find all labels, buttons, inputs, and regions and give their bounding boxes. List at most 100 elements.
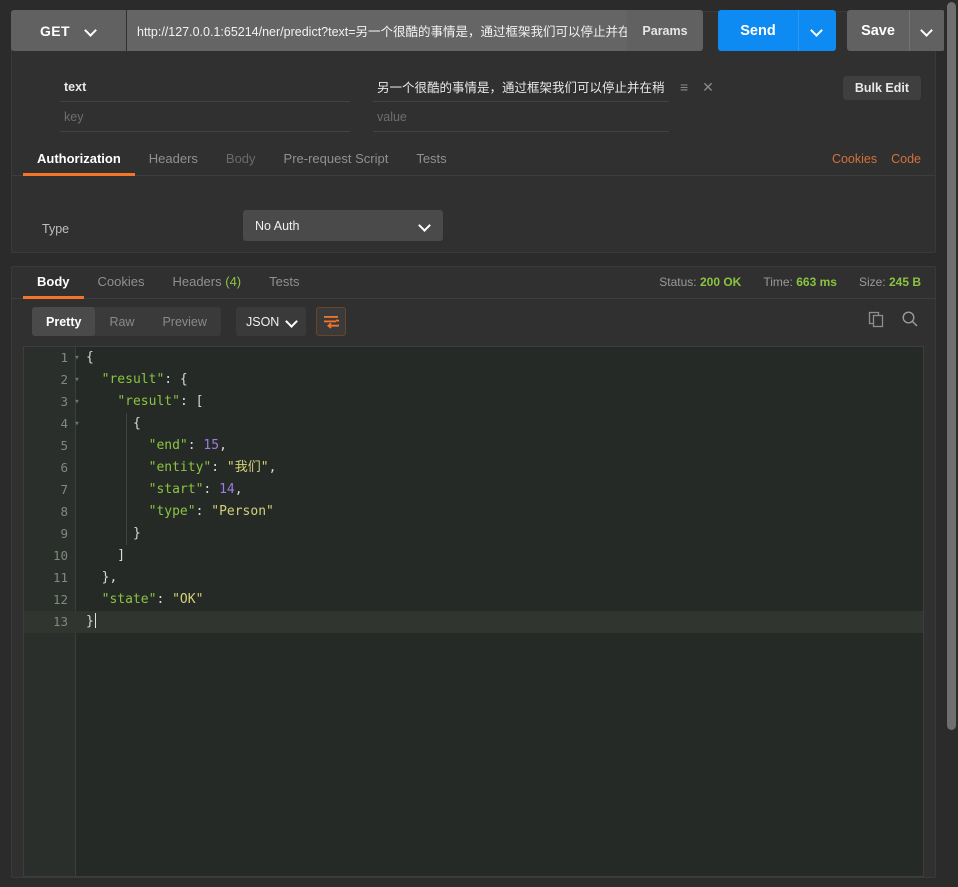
- code-line: 7 "start": 14,: [24, 479, 923, 501]
- line-number: 8: [60, 504, 68, 519]
- auth-type-select[interactable]: No Auth: [243, 210, 443, 241]
- save-button[interactable]: Save: [847, 10, 909, 51]
- line-number: 9: [60, 526, 68, 541]
- param-value-input-2[interactable]: value: [373, 102, 669, 132]
- page-scrollbar-thumb[interactable]: [947, 2, 956, 730]
- code-line: 8 "type": "Person": [24, 501, 923, 523]
- line-number: 1: [60, 350, 68, 365]
- tab-headers[interactable]: Headers: [135, 151, 212, 175]
- size-label: Size:: [858, 275, 886, 289]
- status-label: Status:: [659, 275, 697, 289]
- param-key-input-2[interactable]: key: [60, 102, 350, 132]
- code-text: "result": [: [117, 394, 204, 409]
- search-icon[interactable]: [901, 310, 919, 333]
- code-link[interactable]: Code: [891, 152, 921, 166]
- tab-tests-label: Tests: [416, 151, 447, 166]
- tab-body[interactable]: Body: [212, 151, 270, 175]
- http-method-value: GET: [40, 22, 70, 39]
- response-tab-headers-label: Headers: [172, 274, 222, 289]
- code-text: {: [86, 416, 141, 431]
- response-tab-tests[interactable]: Tests: [255, 274, 313, 298]
- code-text: "type": "Person": [148, 504, 274, 519]
- line-number: 11: [52, 570, 68, 585]
- code-text: },: [86, 570, 118, 585]
- view-mode-pretty[interactable]: Pretty: [32, 307, 96, 336]
- response-format-select[interactable]: JSON: [236, 307, 306, 336]
- code-line: 10 ]: [24, 545, 923, 567]
- copy-icon[interactable]: [868, 311, 885, 333]
- tab-authorization[interactable]: Authorization: [23, 151, 135, 176]
- request-tabstrip: Authorization Headers Body Pre-request S…: [12, 144, 935, 176]
- cookies-link[interactable]: Cookies: [832, 152, 877, 166]
- word-wrap-glyph: [324, 315, 339, 329]
- code-text: {: [86, 350, 94, 365]
- page-scrollbar[interactable]: [944, 0, 958, 887]
- save-options-button[interactable]: [909, 10, 945, 51]
- params-row-actions: ≡ ✕: [680, 72, 714, 102]
- response-body-code-viewer[interactable]: 1 ▾ {2 ▾ "result": {3 ▾ "result": [4 ▾ {5 "en…: [23, 346, 924, 877]
- authorization-pane: Type No Auth: [12, 177, 935, 252]
- chevron-down-icon: [287, 316, 296, 327]
- send-button[interactable]: Send: [718, 10, 798, 51]
- auth-type-label: Type: [42, 222, 70, 236]
- tab-tests[interactable]: Tests: [402, 151, 460, 175]
- param-key-input-1[interactable]: text: [60, 72, 350, 102]
- params-row-1: text 另一个很酷的事情是，通过框架我们可以停止并在稍 ≡ ✕: [12, 72, 935, 102]
- fold-toggle-icon[interactable]: ▾: [72, 413, 82, 435]
- param-value-placeholder-2: value: [377, 109, 407, 124]
- response-tab-body[interactable]: Body: [23, 274, 84, 299]
- param-key-placeholder-2: key: [64, 109, 84, 124]
- bulk-edit-button[interactable]: Bulk Edit: [842, 76, 921, 100]
- code-lines: 1 ▾ {2 ▾ "result": {3 ▾ "result": [4 ▾ {5 "en…: [24, 347, 923, 633]
- code-text: "state": "OK": [101, 592, 204, 607]
- response-tool-icons: [868, 307, 919, 336]
- request-strip-links: Cookies Code: [832, 152, 921, 166]
- code-line: 13}: [24, 611, 923, 633]
- close-icon[interactable]: ✕: [702, 80, 714, 94]
- response-view-mode-group: Pretty Raw Preview: [32, 307, 221, 336]
- fold-toggle-icon[interactable]: ▾: [72, 347, 82, 369]
- chevron-down-icon: [420, 220, 431, 231]
- text-cursor: [94, 613, 96, 628]
- http-method-select[interactable]: GET: [11, 10, 126, 51]
- size-value: 245 B: [888, 275, 921, 289]
- line-number: 12: [52, 592, 68, 607]
- chevron-down-icon: [812, 25, 823, 36]
- code-line: 2 ▾ "result": {: [24, 369, 923, 391]
- url-input[interactable]: http://127.0.0.1:65214/ner/predict?text=…: [127, 10, 627, 51]
- response-tab-cookies[interactable]: Cookies: [84, 274, 159, 298]
- params-button[interactable]: Params: [627, 10, 703, 51]
- search-glyph: [902, 311, 918, 327]
- fold-toggle-icon[interactable]: ▾: [72, 369, 82, 391]
- code-text: }: [86, 526, 141, 541]
- params-table: text 另一个很酷的事情是，通过框架我们可以停止并在稍 ≡ ✕ key val…: [12, 72, 935, 134]
- hamburger-icon[interactable]: ≡: [680, 80, 688, 94]
- tab-pre-request-script-label: Pre-request Script: [283, 151, 389, 166]
- url-text: http://127.0.0.1:65214/ner/predict?text=…: [137, 25, 627, 39]
- response-tab-cookies-label: Cookies: [97, 274, 145, 289]
- code-text: ]: [86, 548, 126, 563]
- code-line: 6 "entity": "我们",: [24, 457, 923, 479]
- line-number: 5: [60, 438, 68, 453]
- response-format-value: JSON: [246, 314, 280, 329]
- view-mode-raw[interactable]: Raw: [95, 307, 148, 336]
- size-group: Size: 245 B: [859, 275, 921, 289]
- tab-body-label: Body: [225, 151, 256, 166]
- tab-authorization-label: Authorization: [37, 151, 121, 166]
- line-number: 4: [60, 416, 68, 431]
- word-wrap-icon[interactable]: [316, 307, 346, 336]
- response-tab-headers[interactable]: Headers (4): [158, 274, 255, 298]
- view-mode-preview[interactable]: Preview: [148, 307, 220, 336]
- line-number: 7: [60, 482, 68, 497]
- send-options-button[interactable]: [798, 10, 836, 51]
- status-group: Status: 200 OK: [659, 275, 741, 289]
- tab-pre-request-script[interactable]: Pre-request Script: [270, 151, 403, 175]
- line-number: 10: [52, 548, 68, 563]
- params-row-2: key value: [12, 102, 935, 132]
- response-headers-count: (4): [225, 274, 242, 289]
- line-number: 2: [60, 372, 68, 387]
- line-number: 3: [60, 394, 68, 409]
- line-number: 6: [60, 460, 68, 475]
- param-value-input-1[interactable]: 另一个很酷的事情是，通过框架我们可以停止并在稍: [373, 72, 669, 102]
- fold-toggle-icon[interactable]: ▾: [72, 391, 82, 413]
